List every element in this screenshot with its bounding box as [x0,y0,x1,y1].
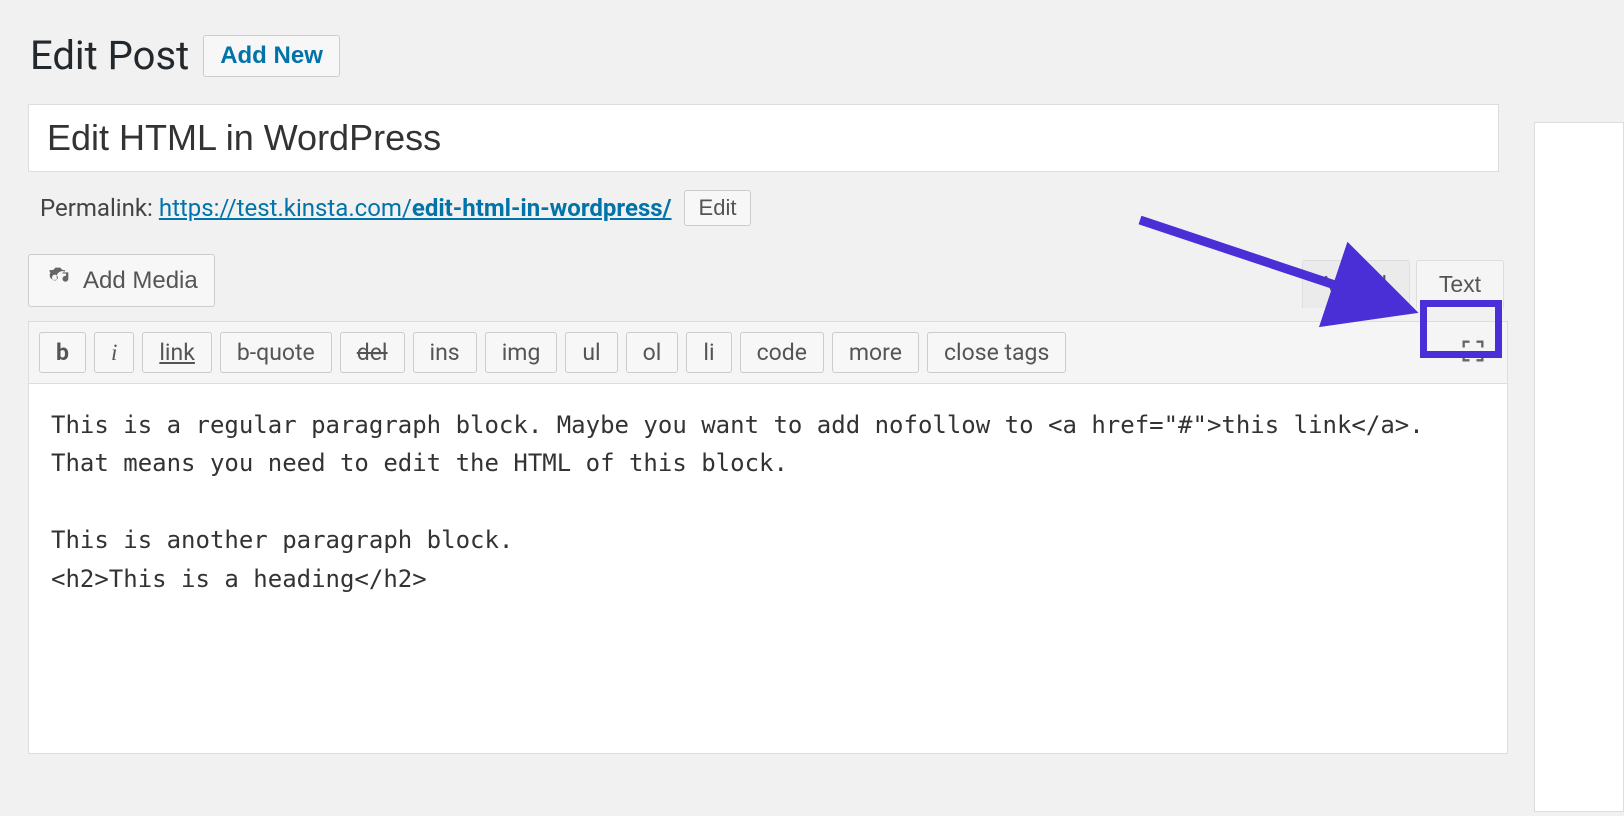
qt-bold-button[interactable]: b [39,332,86,373]
tab-visual[interactable]: Visual [1302,260,1410,308]
editor-tabs: Visual Text [1302,260,1504,308]
qt-img-button[interactable]: img [485,332,558,373]
add-media-button[interactable]: Add Media [28,254,215,307]
camera-music-icon [45,263,73,298]
qt-ins-button[interactable]: ins [413,332,477,373]
tab-text[interactable]: Text [1416,260,1504,308]
permalink-slug: edit-html-in-wordpress/ [412,194,672,222]
add-new-button[interactable]: Add New [203,35,340,77]
qt-more-button[interactable]: more [832,332,919,373]
qt-bquote-button[interactable]: b-quote [220,332,332,373]
qt-ul-button[interactable]: ul [565,332,617,373]
permalink-link[interactable]: https://test.kinsta.com/edit-html-in-wor… [159,194,672,222]
qt-li-button[interactable]: li [686,332,731,373]
qt-del-button[interactable]: del [340,332,405,373]
post-content-textarea[interactable] [28,384,1508,754]
permalink-base: https://test.kinsta.com/ [159,194,412,222]
qt-ol-button[interactable]: ol [626,332,679,373]
quicktags-toolbar: b i link b-quote del ins img ul ol li co… [28,321,1508,384]
edit-permalink-button[interactable]: Edit [684,190,752,226]
sidebar-meta-strip [1534,122,1624,812]
qt-italic-button[interactable]: i [94,332,134,373]
permalink-row: Permalink: https://test.kinsta.com/edit-… [40,190,1604,226]
fullscreen-icon [1459,353,1487,368]
post-title-input[interactable] [28,104,1499,172]
qt-link-button[interactable]: link [142,332,212,373]
permalink-label: Permalink: [40,194,153,222]
qt-code-button[interactable]: code [740,332,824,373]
qt-closetags-button[interactable]: close tags [927,332,1066,373]
page-title: Edit Post [30,30,189,82]
add-media-label: Add Media [83,267,198,295]
fullscreen-button[interactable] [1449,333,1497,372]
